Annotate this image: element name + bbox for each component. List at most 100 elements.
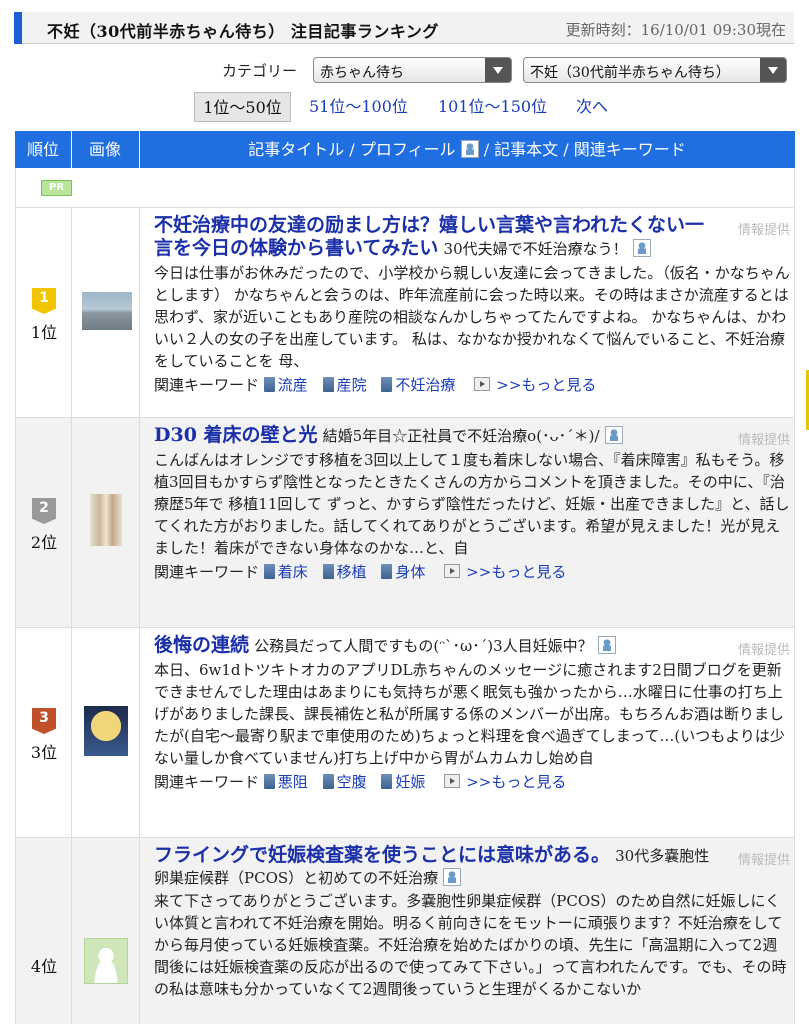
category-label: カテゴリー [222,62,298,80]
article-heading: フライングで妊娠検査薬を使うことには意味がある。 30代多嚢胞性卵巣症候群（PC… [154,844,714,888]
table-header: 順位 画像 記事タイトル / プロフィール / 記事本文 / 関連キーワード [15,131,795,168]
table-row: 2 2位 情報提供 D30 着床の壁と光 結婚5年目☆正社員で不妊治療o(･ᴗ･… [15,418,795,628]
article-body: 来て下さってありがとうございます。多嚢胞性卵巣症候群（PCOS）のため自然に妊娠… [154,892,787,998]
medal-number: 3 [39,710,49,726]
pager-link-101-150[interactable]: 101位〜150位 [438,92,547,122]
rank-label: 3位 [30,743,58,762]
page-header: 不妊（30代前半赤ちゃん待ち） 注目記事ランキング 更新時刻：16/10/01 … [14,12,794,44]
medal-number: 1 [39,290,49,306]
rank-label: 2位 [30,533,58,552]
profile-icon[interactable] [443,868,462,886]
rank-cell: 3 3位 [16,628,72,837]
info-label: 情報提供 [737,223,790,238]
updated-time: 更新時刻：16/10/01 09:30現在 [565,21,786,39]
col-rank: 順位 [26,140,59,159]
pager-next[interactable]: 次へ [576,92,608,122]
profile-name[interactable]: 結婚5年目☆正社員で不妊治療o(･ᴗ･´＊)/ [323,427,600,445]
keyword-link[interactable]: 不妊治療 [381,376,455,394]
avatar-thumbnail[interactable] [84,706,128,756]
article-body: こんばんはオレンジです移植を3回以上して１度も着床しない場合、『着床障害』私もそ… [154,451,790,557]
rank-label: 1位 [30,323,58,342]
beach-photo-thumbnail[interactable] [82,292,132,330]
article-heading: D30 着床の壁と光 結婚5年目☆正社員で不妊治療o(･ᴗ･´＊)/ [154,424,714,447]
profile-name[interactable]: 30代夫婦で不妊治療なう！ [444,240,628,258]
table-row: 3 3位 情報提供 後悔の連続 公務員だって人間ですもの(ᵔ`･ω･´)3人目妊… [15,628,795,838]
keyword-label: 関連キーワード [154,376,260,394]
article-title[interactable]: D30 着床の壁と光 [154,424,318,446]
article-content: 情報提供 フライングで妊娠検査薬を使うことには意味がある。 30代多嚢胞性卵巣症… [154,844,790,1000]
more-link[interactable]: >>もっと見る [444,563,566,581]
more-link[interactable]: >>もっと見る [444,773,566,791]
header-accent-bar [14,12,22,44]
profile-icon[interactable] [604,426,623,444]
profile-icon [460,140,479,158]
profile-icon[interactable] [632,239,651,257]
article-content: 情報提供 後悔の連続 公務員だって人間ですもの(ᵔ`･ω･´)3人目妊娠中？ 本… [154,634,790,792]
article-content: 情報提供 不妊治療中の友達の励まし方は？嬉しい言葉や言われたくない一言を今日の体… [154,214,790,395]
chevron-down-icon [485,58,511,82]
article-title[interactable]: 後悔の連続 [154,634,249,656]
rank-label: 4位 [30,957,58,976]
rank-cell: 4位 [16,838,72,1024]
pr-badge[interactable]: PR [41,180,72,196]
info-label: 情報提供 [737,643,790,658]
default-avatar-icon[interactable] [84,938,128,984]
category-select-sub-value: 不妊（30代前半赤ちゃん待ち） [530,65,730,81]
document-icon [263,774,275,789]
article-body: 今日は仕事がお休みだったので、小学校から親しい友達に会ってきました。（仮名・かな… [154,264,790,370]
category-select-main-value: 赤ちゃん待ち [320,65,404,81]
keyword-link[interactable]: 悪阻 [263,773,308,791]
category-select-main[interactable]: 赤ちゃん待ち [313,57,512,83]
document-icon [381,564,393,579]
document-icon [381,377,393,392]
article-heading: 不妊治療中の友達の励まし方は？嬉しい言葉や言われたくない一言を今日の体験から書い… [154,214,714,260]
document-icon [322,377,334,392]
page-title: 不妊（30代前半赤ちゃん待ち） 注目記事ランキング [47,22,439,41]
col-image: 画像 [88,140,121,159]
document-icon [263,564,275,579]
col-title-part1: 記事タイトル / プロフィール [248,140,456,159]
keyword-link[interactable]: 妊娠 [381,773,425,791]
more-link[interactable]: >>もっと見る [474,376,596,394]
keyword-link[interactable]: 流産 [263,376,308,394]
arrow-right-icon [474,377,491,391]
gold-medal-icon: 1 [32,288,56,314]
col-title-part2: / 記事本文 / 関連キーワード [483,140,686,159]
document-icon [322,774,334,789]
document-icon [381,774,393,789]
medal-number: 2 [39,500,49,516]
arrow-right-icon [444,564,461,578]
article-content: 情報提供 D30 着床の壁と光 結婚5年目☆正社員で不妊治療o(･ᴗ･´＊)/ … [154,424,790,582]
document-icon [322,564,334,579]
keyword-link[interactable]: 空腹 [322,773,367,791]
profile-icon[interactable] [597,636,616,654]
wedding-photo-thumbnail[interactable] [90,494,122,546]
keyword-label: 関連キーワード [154,563,260,581]
article-title[interactable]: フライングで妊娠検査薬を使うことには意味がある。 [154,844,610,866]
rank-cell: 1 1位 [16,208,72,417]
image-cell [72,418,140,627]
keyword-link[interactable]: 身体 [381,563,425,581]
keyword-link[interactable]: 移植 [322,563,367,581]
pager-link-51-100[interactable]: 51位〜100位 [309,92,408,122]
chevron-down-icon [760,58,786,82]
silver-medal-icon: 2 [32,498,56,524]
keyword-row: 関連キーワード 流産 産院 不妊治療 >>もっと見る [154,374,790,395]
pager-current: 1位〜50位 [194,92,291,122]
bronze-medal-icon: 3 [32,708,56,734]
pr-row: PR [15,168,795,208]
table-row: 1 1位 情報提供 不妊治療中の友達の励まし方は？嬉しい言葉や言われたくない一言… [15,208,795,418]
keyword-label: 関連キーワード [154,773,260,791]
keyword-link[interactable]: 着床 [263,563,308,581]
image-cell [72,838,140,1024]
keyword-row: 関連キーワード 着床 移植 身体 >>もっと見る [154,561,790,582]
profile-name[interactable]: 公務員だって人間ですもの(ᵔ`･ω･´)3人目妊娠中？ [254,637,593,655]
rank-cell: 2 2位 [16,418,72,627]
article-body: 本日、6w1dトツキトオカのアプリDL赤ちゃんのメッセージに癒されます2日間ブロ… [154,661,785,767]
table-row: 4位 情報提供 フライングで妊娠検査薬を使うことには意味がある。 30代多嚢胞性… [15,838,795,1024]
category-select-sub[interactable]: 不妊（30代前半赤ちゃん待ち） [523,57,787,83]
keyword-row: 関連キーワード 悪阻 空腹 妊娠 >>もっと見る [154,771,790,792]
info-label: 情報提供 [737,853,790,868]
document-icon [263,377,275,392]
keyword-link[interactable]: 産院 [322,376,367,394]
